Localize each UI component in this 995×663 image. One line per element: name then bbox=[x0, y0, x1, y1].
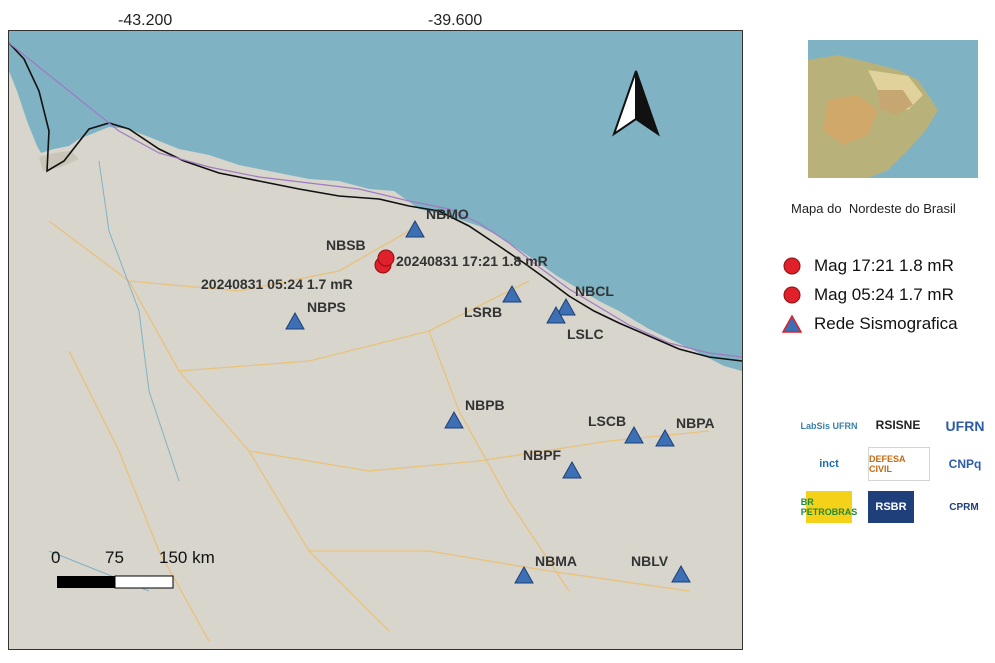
longitude-label-1: -43.200 bbox=[118, 12, 173, 29]
station-label-nbpa: NBPA bbox=[676, 415, 715, 431]
station-label-lsrb: LSRB bbox=[464, 304, 502, 320]
station-label-nbsb: NBSB bbox=[326, 237, 366, 253]
legend-label: Mag 17:21 1.8 mR bbox=[814, 256, 954, 275]
legend-item-event-1721: Mag 17:21 1.8 mR bbox=[782, 254, 954, 278]
station-label-nbpf: NBPF bbox=[523, 447, 562, 463]
event-marker-1721[interactable] bbox=[377, 249, 395, 267]
legend-label: Mag 05:24 1.7 mR bbox=[814, 285, 954, 304]
legend-circle-icon bbox=[783, 257, 801, 275]
station-label-nbps: NBPS bbox=[307, 299, 346, 315]
station-label-nbpb: NBPB bbox=[465, 397, 505, 413]
event-label-0524: 20240831 05:24 1.7 mR bbox=[201, 276, 353, 292]
station-label-nbmo: NBMO bbox=[426, 206, 469, 222]
scale-bar bbox=[57, 575, 174, 589]
cnpq-logo: CNPq bbox=[948, 457, 982, 471]
labsis-logo: LabSis UFRN bbox=[800, 421, 858, 431]
legend-item-event-0524: Mag 05:24 1.7 mR bbox=[782, 283, 954, 307]
petrobras-logo: BR PETROBRAS bbox=[801, 491, 857, 523]
scale-label-150: 150 km bbox=[159, 548, 215, 567]
station-label-nbma: NBMA bbox=[535, 553, 577, 569]
station-label-nblv: NBLV bbox=[631, 553, 669, 569]
station-label-lscb: LSCB bbox=[588, 413, 626, 429]
map-canvas[interactable]: 0 75 150 km NBMO NBSB NBPS LSRB NBCL LSL… bbox=[9, 31, 742, 649]
legend-circle-icon bbox=[783, 286, 801, 304]
rsbr-logo: RSBR bbox=[868, 491, 914, 523]
rsisne-logo: RSISNE bbox=[875, 418, 921, 432]
legend-item-stations: Rede Sismografica bbox=[782, 312, 958, 336]
scale-label-75: 75 bbox=[105, 548, 124, 567]
legend-triangle-icon bbox=[782, 314, 802, 333]
ufrn-logo: UFRN bbox=[945, 418, 985, 434]
scale-label-0: 0 bbox=[51, 548, 60, 567]
event-label-1721: 20240831 17:21 1.8 mR bbox=[396, 253, 548, 269]
inset-caption: Mapa do Nordeste do Brasil bbox=[791, 201, 956, 216]
defesa-civil-logo: DEFESA CIVIL bbox=[868, 447, 930, 481]
station-label-lslc: LSLC bbox=[567, 326, 604, 342]
station-label-nbcl: NBCL bbox=[575, 283, 614, 299]
legend-label: Rede Sismografica bbox=[814, 314, 958, 333]
map-frame[interactable]: 0 75 150 km NBMO NBSB NBPS LSRB NBCL LSL… bbox=[8, 30, 743, 650]
longitude-label-2: -39.600 bbox=[428, 12, 483, 29]
inset-map bbox=[808, 40, 978, 178]
cprm-logo: CPRM bbox=[949, 501, 979, 513]
inct-logo: inct bbox=[819, 458, 839, 470]
